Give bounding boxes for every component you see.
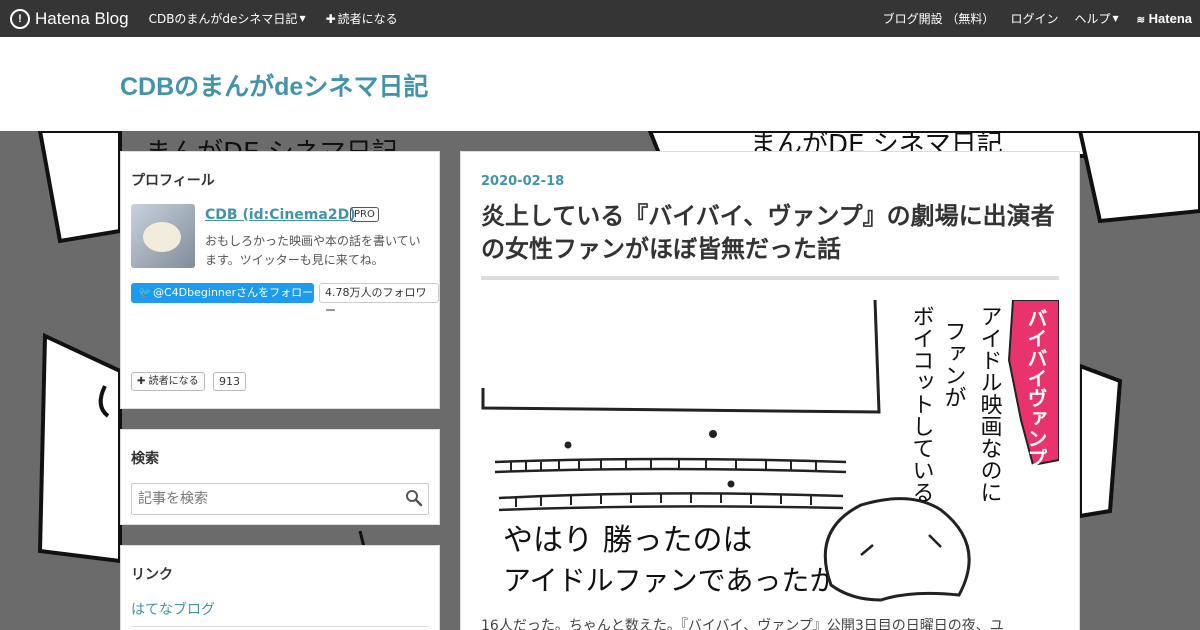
- search-icon[interactable]: [405, 489, 423, 507]
- twitter-follow-label: @C4Dbeginnerさんをフォロー: [153, 286, 314, 299]
- blog-menu[interactable]: CDBのまんがdeシネマ日記 ▼: [149, 10, 306, 27]
- profile-module: プロフィール CDB (id:Cinema2D) PRO おもしろかった映画や本…: [120, 151, 440, 409]
- divider: [131, 626, 429, 627]
- avatar[interactable]: [131, 204, 195, 268]
- logo-text: Hatena Blog: [35, 8, 129, 28]
- help-menu[interactable]: ヘルプ ▼: [1074, 10, 1118, 27]
- global-header: ! Hatena Blog CDBのまんがdeシネマ日記 ▼ ✚ 読者になる ブ…: [0, 0, 1200, 37]
- subscriber-count[interactable]: 913: [213, 372, 246, 391]
- search-heading: 検索: [131, 451, 159, 467]
- profile-description: おもしろかった映画や本の話を書いています。ツイッターも見に来てね。: [205, 234, 421, 267]
- title-divider: [481, 276, 1059, 280]
- help-label: ヘルプ: [1074, 12, 1111, 26]
- subscribe-link[interactable]: ✚ 読者になる: [326, 10, 398, 27]
- links-module: リンク はてなブログ: [120, 545, 440, 630]
- search-module: 検索: [120, 429, 440, 525]
- hatena-logo-icon: !: [10, 8, 30, 29]
- plus-icon: ✚: [137, 376, 146, 387]
- twitter-bird-icon: 🐦: [138, 286, 152, 299]
- topbar-right: ブログ開設 （無料） ログイン ヘルプ ▼ ≋ Hatena: [867, 10, 1200, 27]
- blog-header: CDBのまんがdeシネマ日記: [0, 37, 1200, 131]
- blog-menu-label: CDBのまんがdeシネマ日記: [148, 12, 298, 26]
- open-blog-link[interactable]: ブログ開設 （無料）: [883, 10, 995, 27]
- caret-down-icon: ▼: [1112, 14, 1119, 23]
- comic-caption-line-2: アイドルファンであったか: [503, 564, 837, 597]
- link-hatena-blog[interactable]: はてなブログ: [131, 599, 215, 619]
- article-date[interactable]: 2020-02-18: [481, 174, 564, 189]
- comic-caption-line-1: やはり 勝ったのは: [503, 523, 753, 558]
- avatar-face-icon: [143, 222, 181, 252]
- subscribe-button-label: 読者になる: [148, 376, 199, 387]
- plus-icon: ✚: [325, 11, 336, 26]
- login-link[interactable]: ログイン: [1010, 10, 1058, 27]
- hatena-blog-logo[interactable]: ! Hatena Blog: [10, 8, 129, 29]
- comic-vertical-text-2: ファンが: [941, 320, 966, 408]
- links-heading: リンク: [131, 567, 173, 583]
- comic-vertical-text-3: ボイコットしている: [909, 305, 934, 503]
- hatena-label: Hatena: [1148, 11, 1192, 26]
- article-comic-image[interactable]: やはり 勝ったのは アイドルファンであったか アイドル映画なのに ファンが ボイ…: [481, 300, 1059, 605]
- subscribe-button[interactable]: ✚ 読者になる: [131, 372, 205, 391]
- profile-name-link[interactable]: CDB (id:Cinema2D): [205, 207, 356, 223]
- profile-heading: プロフィール: [131, 173, 215, 189]
- comic-sign-text: バイバイヴァンプ: [1024, 308, 1048, 468]
- search-input[interactable]: [131, 483, 429, 515]
- article: 2020-02-18 炎上している『バイバイ、ヴァンプ』の劇場に出演者の女性ファ…: [460, 151, 1080, 630]
- subscribe-link-label: 読者になる: [337, 12, 398, 26]
- hatena-mark-icon: ≋: [1136, 15, 1146, 26]
- article-title[interactable]: 炎上している『バイバイ、ヴァンプ』の劇場に出演者の女性ファンがほぼ皆無だった話: [481, 200, 1066, 266]
- hatena-link[interactable]: ≋ Hatena: [1137, 11, 1192, 26]
- article-body-text: 16人だった。ちゃんと数えた。『バイバイ、ヴァンプ』公開3日目の日曜日の夜、ユ: [481, 618, 1004, 630]
- comic-vertical-text-1: アイドル映画なのに: [977, 305, 1002, 503]
- twitter-follow-button[interactable]: 🐦 @C4Dbeginnerさんをフォロー: [131, 283, 314, 303]
- blog-title[interactable]: CDBのまんがdeシネマ日記: [120, 67, 428, 103]
- caret-down-icon: ▼: [299, 14, 306, 23]
- pro-badge: PRO: [350, 207, 379, 222]
- twitter-follower-count[interactable]: 4.78万人のフォロワー: [319, 283, 439, 317]
